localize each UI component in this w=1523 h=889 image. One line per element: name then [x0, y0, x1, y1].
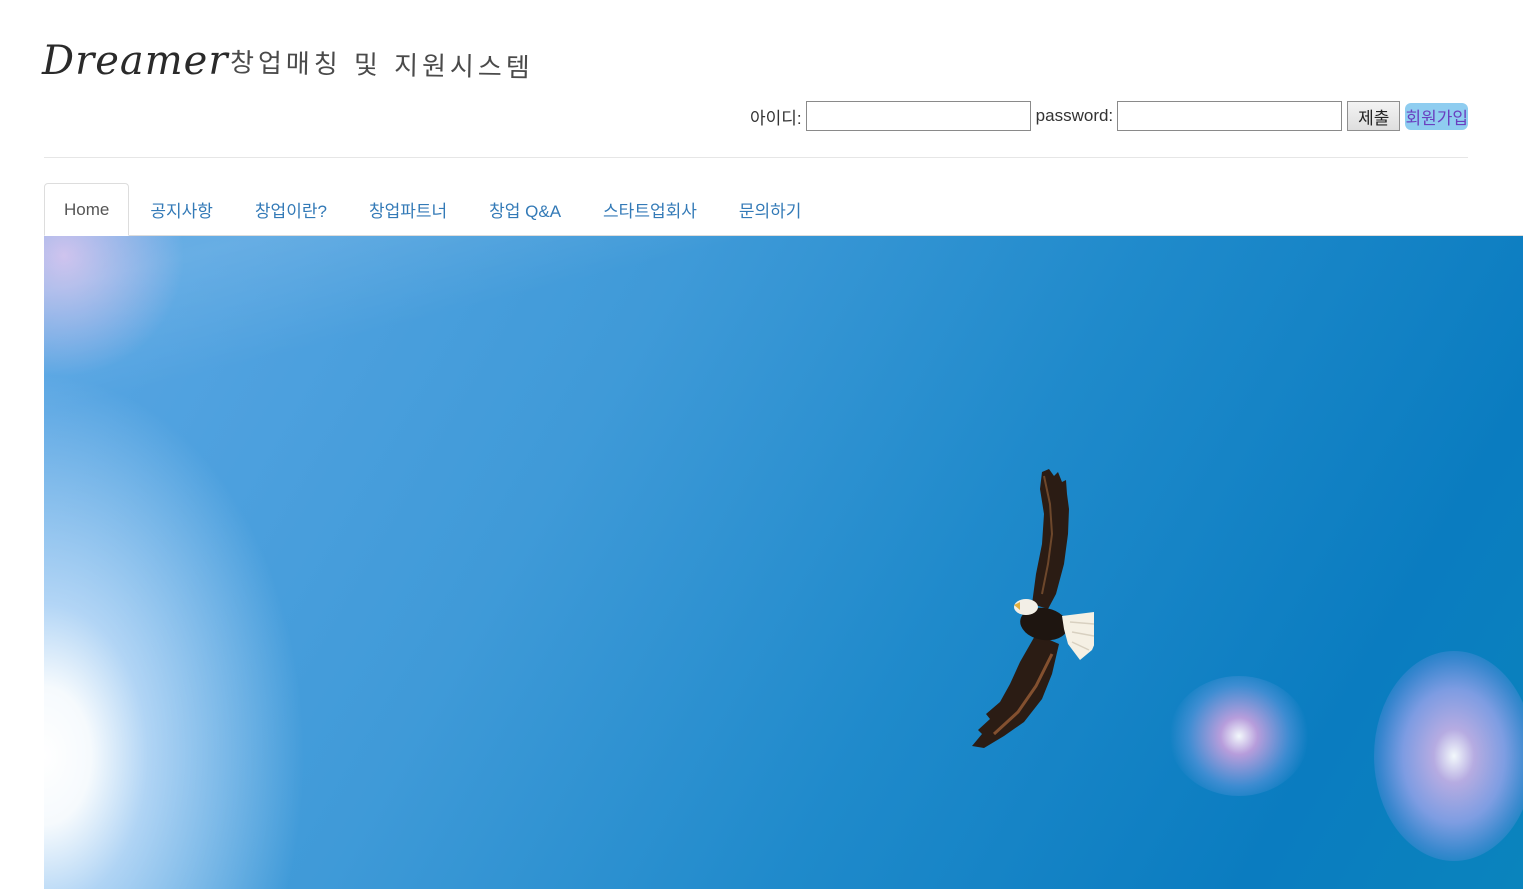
id-label: 아이디:: [750, 108, 802, 128]
tab-startup-qna[interactable]: 창업 Q&A: [468, 183, 582, 235]
brand-name: Dreamer: [42, 38, 229, 84]
tab-contact[interactable]: 문의하기: [718, 183, 823, 235]
sun-beam: [44, 236, 1332, 433]
main-nav-tabs: Home 공지사항 창업이란? 창업파트너 창업 Q&A 스타트업회사 문의하기: [44, 183, 1523, 236]
signup-link[interactable]: 회원가입: [1405, 102, 1468, 130]
tab-notice[interactable]: 공지사항: [129, 183, 234, 235]
submit-button[interactable]: 제출: [1347, 101, 1401, 131]
password-input[interactable]: [1117, 101, 1343, 131]
brand-tagline: 창업매칭 및 지원시스템: [230, 48, 535, 84]
site-logo[interactable]: Dreamer 창업매칭 및 지원시스템: [42, 38, 534, 86]
tab-startup-partner[interactable]: 창업파트너: [348, 183, 468, 235]
tab-startup-companies[interactable]: 스타트업회사: [582, 183, 718, 235]
id-input[interactable]: [805, 101, 1031, 131]
login-form: 아이디: password: 제출 회원가입: [750, 100, 1468, 132]
lens-flare-large: [1374, 651, 1523, 861]
header-divider: [44, 157, 1468, 158]
lens-flare: [1169, 676, 1309, 796]
password-label: password:: [1035, 106, 1114, 125]
hero-image: [44, 236, 1523, 889]
tab-home[interactable]: Home: [44, 183, 130, 236]
page: Dreamer 창업매칭 및 지원시스템 아이디: password: 제출 회…: [0, 0, 1523, 889]
tab-about-startup[interactable]: 창업이란?: [234, 183, 348, 235]
eagle-icon: [972, 469, 1094, 748]
